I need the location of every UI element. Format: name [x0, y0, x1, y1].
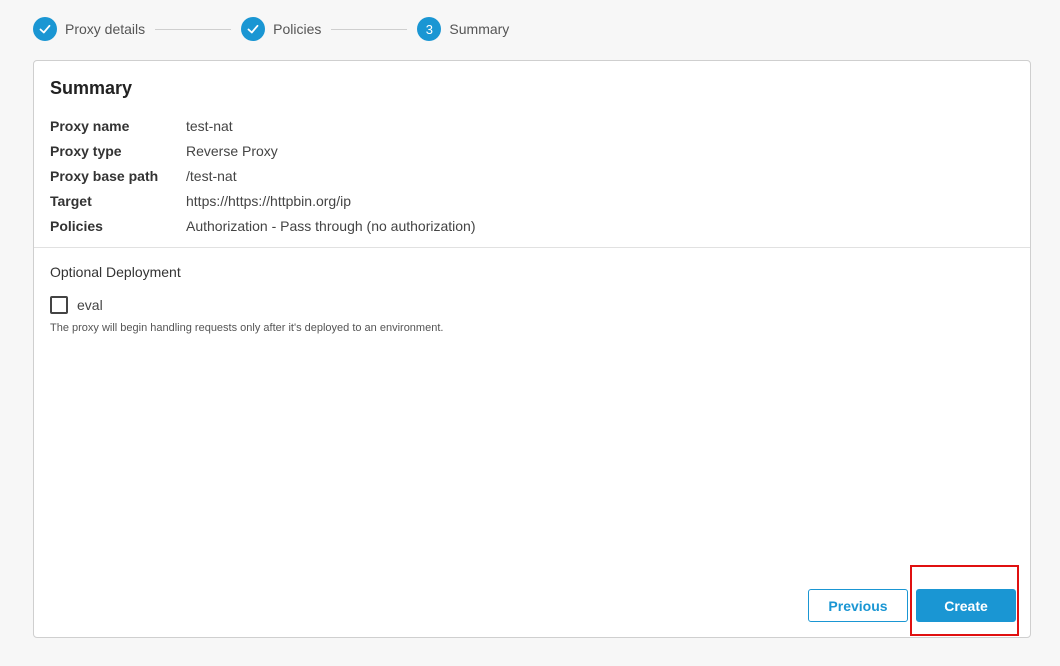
- step-policies[interactable]: Policies: [241, 17, 321, 41]
- step-number: 3: [417, 17, 442, 41]
- deployment-hint: The proxy will begin handling requests o…: [50, 322, 444, 334]
- check-icon: [33, 17, 57, 41]
- detail-row-proxy-type: Proxy type Reverse Proxy: [50, 138, 476, 163]
- detail-value: Reverse Proxy: [186, 142, 278, 159]
- detail-key: Proxy name: [50, 117, 130, 134]
- detail-value: test-nat: [186, 117, 233, 134]
- step-label: Proxy details: [65, 21, 146, 37]
- step-connector: [331, 28, 408, 30]
- summary-card: Summary Proxy name test-nat Proxy type R…: [33, 60, 1031, 638]
- detail-row-target: Target https://https://httpbin.org/ip: [50, 188, 476, 213]
- stepper: Proxy details Policies 3 Summary: [33, 17, 509, 41]
- detail-key: Target: [50, 192, 92, 209]
- detail-key: Policies: [50, 217, 103, 234]
- page-title: Summary: [50, 78, 133, 98]
- detail-row-base-path: Proxy base path /test-nat: [50, 163, 476, 188]
- create-button[interactable]: Create: [916, 589, 1016, 622]
- eval-checkbox[interactable]: [50, 296, 68, 314]
- environment-label[interactable]: eval: [77, 297, 103, 313]
- detail-value: /test-nat: [186, 167, 237, 184]
- step-label: Summary: [449, 21, 510, 37]
- detail-row-policies: Policies Authorization - Pass through (n…: [50, 213, 476, 238]
- step-summary[interactable]: 3 Summary: [417, 17, 509, 41]
- environment-option-eval[interactable]: eval: [50, 296, 103, 314]
- divider: [34, 247, 1030, 248]
- optional-deployment-heading: Optional Deployment: [50, 264, 181, 280]
- detail-value: https://https://httpbin.org/ip: [186, 192, 351, 209]
- summary-details: Proxy name test-nat Proxy type Reverse P…: [50, 113, 476, 238]
- step-connector: [155, 28, 232, 30]
- step-label: Policies: [273, 21, 322, 37]
- detail-key: Proxy base path: [50, 167, 159, 184]
- previous-button[interactable]: Previous: [808, 589, 908, 622]
- detail-row-proxy-name: Proxy name test-nat: [50, 113, 476, 138]
- check-icon: [241, 17, 266, 41]
- step-proxy-details[interactable]: Proxy details: [33, 17, 145, 41]
- detail-key: Proxy type: [50, 142, 122, 159]
- detail-value: Authorization - Pass through (no authori…: [186, 217, 476, 234]
